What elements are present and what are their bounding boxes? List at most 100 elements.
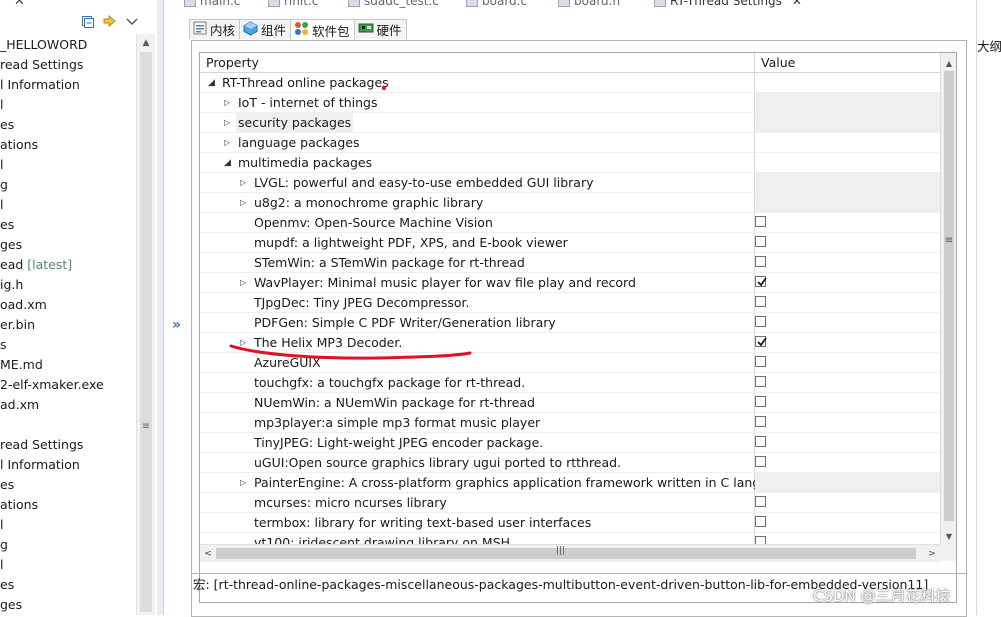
table-row[interactable]: AzureGUIX: [200, 353, 940, 373]
expand-pane-icon[interactable]: »: [172, 317, 181, 333]
table-row[interactable]: mupdf: a lightweight PDF, XPS, and E-boo…: [200, 233, 940, 253]
scroll-right-icon[interactable]: >: [924, 545, 940, 562]
editor-tab[interactable]: rinit.c: [268, 0, 318, 8]
tree-item[interactable]: l: [0, 155, 136, 175]
table-row[interactable]: ▷ PainterEngine: A cross-platform graphic…: [200, 473, 940, 493]
tree-item[interactable]: ad.xm: [0, 395, 136, 415]
scroll-up-icon[interactable]: ▲: [941, 55, 956, 71]
tab-component[interactable]: 组件: [239, 19, 292, 39]
checkbox[interactable]: [755, 516, 766, 527]
tree-item[interactable]: es: [0, 215, 136, 235]
checkbox[interactable]: [755, 436, 766, 447]
expand-icon[interactable]: ▷: [240, 473, 246, 493]
scroll-thumb[interactable]: [140, 52, 152, 612]
tab-packages[interactable]: 软件包: [290, 19, 355, 40]
expand-icon[interactable]: ▷: [224, 133, 230, 153]
expand-icon[interactable]: ▷: [224, 113, 230, 133]
column-property[interactable]: Property: [206, 53, 259, 72]
checkbox[interactable]: [755, 376, 766, 387]
tree-item[interactable]: g: [0, 175, 136, 195]
collapse-all-icon[interactable]: [80, 14, 96, 30]
tree-item[interactable]: s: [0, 335, 136, 355]
table-row[interactable]: Openmv: Open-Source Machine Vision: [200, 213, 940, 233]
checkbox-checked[interactable]: [755, 336, 767, 347]
tree-item[interactable]: l: [0, 195, 136, 215]
table-row[interactable]: ▷ security packages: [200, 113, 940, 133]
table-row[interactable]: TinyJPEG: Light-weight JPEG encoder pack…: [200, 433, 940, 453]
table-row[interactable]: mp3player:a simple mp3 format music play…: [200, 413, 940, 433]
table-row[interactable]: NUemWin: a NUemWin package for rt-thread: [200, 393, 940, 413]
close-tab-icon[interactable]: ✕: [792, 0, 802, 8]
tree-item[interactable]: l: [0, 515, 136, 535]
checkbox[interactable]: [755, 396, 766, 407]
tree-item[interactable]: ges: [0, 235, 136, 255]
scroll-up-icon[interactable]: ▲: [137, 34, 155, 52]
expand-icon[interactable]: ▷: [240, 273, 246, 293]
collapse-icon[interactable]: ◢: [208, 73, 215, 93]
table-row[interactable]: ▷ IoT - internet of things: [200, 93, 940, 113]
checkbox[interactable]: [755, 236, 766, 247]
table-row[interactable]: ◢ multimedia packages: [200, 153, 940, 173]
vertical-scrollbar[interactable]: ▲ ≡ ▼: [940, 53, 956, 544]
tree-item[interactable]: er.bin: [0, 315, 136, 335]
expand-icon[interactable]: ▷: [224, 93, 230, 113]
tree-item[interactable]: ead [latest]: [0, 255, 136, 275]
tree-item[interactable]: _HELLOWORD: [0, 35, 136, 55]
tree-item[interactable]: read Settings: [0, 55, 136, 75]
tree-item[interactable]: l: [0, 555, 136, 575]
tree-item[interactable]: l: [0, 95, 136, 115]
tab-kernel[interactable]: 内核: [189, 19, 241, 39]
column-value[interactable]: Value: [761, 53, 795, 72]
table-row[interactable]: ▷ WavPlayer: Minimal music player for wav…: [200, 273, 940, 293]
horizontal-scrollbar[interactable]: < ||| >: [200, 544, 940, 562]
tree-item[interactable]: oad.xm: [0, 295, 136, 315]
scroll-thumb[interactable]: [944, 71, 954, 521]
table-row[interactable]: PDFGen: Simple C PDF Writer/Generation l…: [200, 313, 940, 333]
tree-item[interactable]: es: [0, 575, 136, 595]
close-icon[interactable]: ✕: [14, 0, 25, 9]
tree-item[interactable]: ges: [0, 595, 136, 615]
scroll-left-icon[interactable]: <: [200, 545, 216, 562]
tab-hardware[interactable]: 硬件: [353, 19, 407, 39]
expand-icon[interactable]: ▷: [240, 173, 246, 193]
table-row[interactable]: ▷ language packages: [200, 133, 940, 153]
checkbox[interactable]: [755, 356, 766, 367]
tree-item[interactable]: 2-elf-xmaker.exe: [0, 375, 136, 395]
table-row[interactable]: touchgfx: a touchgfx package for rt-thre…: [200, 373, 940, 393]
checkbox[interactable]: [755, 216, 766, 227]
expand-icon[interactable]: ▷: [240, 333, 246, 353]
checkbox-checked[interactable]: [755, 276, 767, 287]
collapse-icon[interactable]: ◢: [224, 153, 231, 173]
tree-item[interactable]: ME.md: [0, 355, 136, 375]
tree-item[interactable]: ations: [0, 135, 136, 155]
tree-item[interactable]: ig.h: [0, 275, 136, 295]
table-row[interactable]: ▷ The Helix MP3 Decoder.: [200, 333, 940, 353]
table-row[interactable]: ◢ RT-Thread online packages: [200, 73, 940, 93]
view-menu-icon[interactable]: [124, 14, 140, 30]
tree-item[interactable]: l Information: [0, 455, 136, 475]
editor-tab[interactable]: board.c: [466, 0, 527, 8]
link-editor-icon[interactable]: [102, 14, 118, 30]
table-row[interactable]: ▷ u8g2: a monochrome graphic library: [200, 193, 940, 213]
tree-item[interactable]: ations: [0, 495, 136, 515]
checkbox[interactable]: [755, 496, 766, 507]
tree-item[interactable]: [0, 415, 136, 435]
tree-item[interactable]: g: [0, 535, 136, 555]
tree-item[interactable]: es: [0, 115, 136, 135]
editor-tab[interactable]: main.c: [184, 0, 240, 8]
checkbox[interactable]: [755, 316, 766, 327]
table-row[interactable]: ▷ LVGL: powerful and easy-to-use embedded…: [200, 173, 940, 193]
editor-tab[interactable]: sdadc_test.c: [348, 0, 439, 8]
expand-icon[interactable]: ▷: [240, 193, 246, 213]
tree-item[interactable]: es: [0, 475, 136, 495]
checkbox[interactable]: [755, 296, 766, 307]
tree-item[interactable]: read Settings: [0, 435, 136, 455]
checkbox[interactable]: [755, 456, 766, 467]
editor-tab[interactable]: RT-Thread Settings ✕: [654, 0, 802, 8]
table-row[interactable]: termbox: library for writing text-based …: [200, 513, 940, 533]
scroll-down-icon[interactable]: ▼: [941, 528, 956, 544]
table-row[interactable]: mcurses: micro ncurses library: [200, 493, 940, 513]
left-scrollbar[interactable]: ▲ ≡: [136, 34, 155, 615]
table-row[interactable]: TJpgDec: Tiny JPEG Decompressor.: [200, 293, 940, 313]
checkbox[interactable]: [755, 256, 766, 267]
